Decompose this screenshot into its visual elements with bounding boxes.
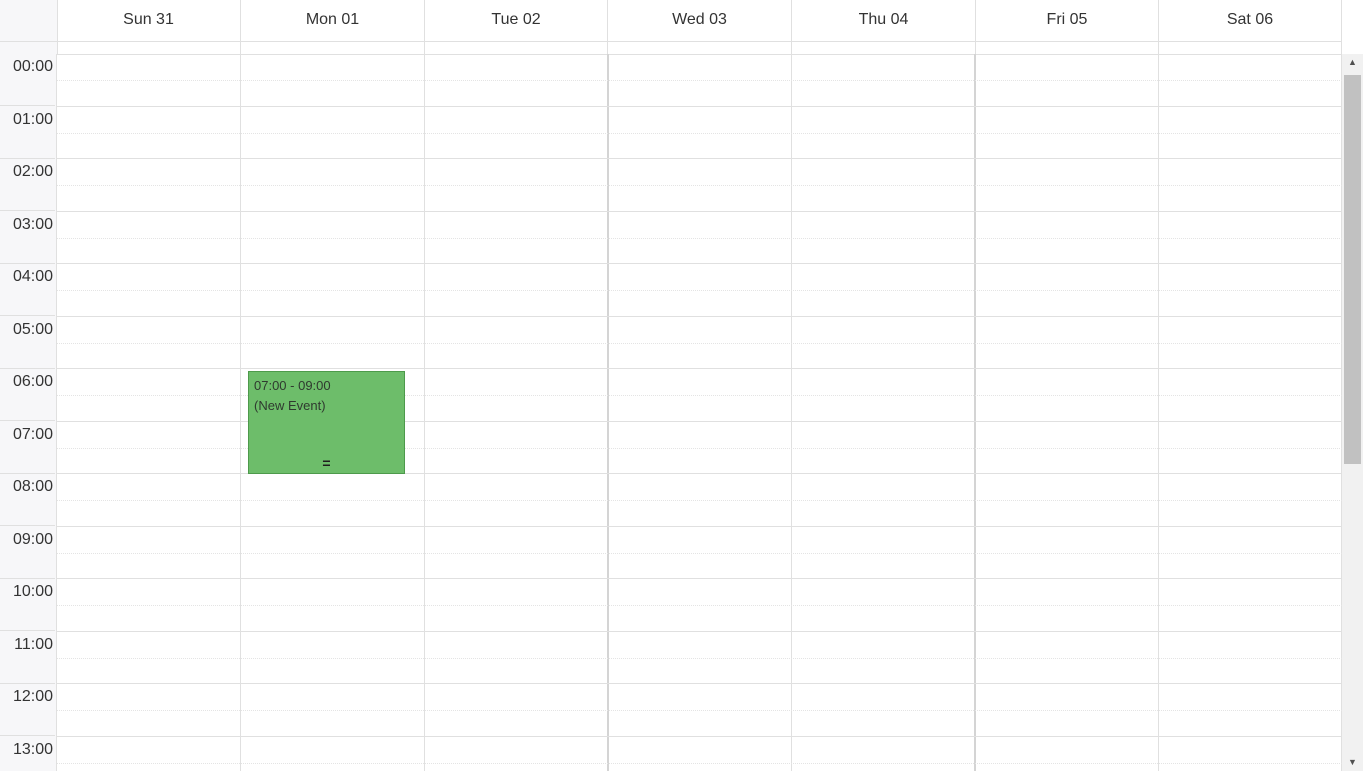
half-hour-line	[57, 500, 1342, 501]
hour-row	[57, 54, 1342, 107]
hour-label: 01:00	[0, 107, 55, 159]
event-time: 07:00 - 09:00	[254, 378, 331, 393]
scroll-down-arrow-icon[interactable]: ▼	[1342, 754, 1363, 771]
time-grid: 00:00 01:00 02:00 03:00 04:00 05:00 06:0…	[0, 54, 1342, 771]
hour-row	[57, 737, 1342, 771]
hour-label: 08:00	[0, 474, 55, 526]
hour-label: 07:00	[0, 422, 55, 474]
half-hour-line	[57, 132, 1342, 134]
all-day-corner	[0, 42, 58, 54]
calendar-event[interactable]: 07:00 - 09:00 (New Event) =	[248, 371, 405, 474]
hour-row	[57, 264, 1342, 317]
hour-label: 09:00	[0, 527, 55, 579]
all-day-cell[interactable]	[241, 42, 425, 54]
half-hour-line	[57, 342, 1342, 344]
event-resize-handle[interactable]: =	[249, 455, 404, 471]
hour-label: 12:00	[0, 684, 55, 736]
half-hour-line	[57, 80, 1342, 81]
hour-label: 11:00	[0, 632, 55, 684]
day-header-sat[interactable]: Sat 06	[1159, 0, 1342, 41]
header-corner	[0, 0, 58, 41]
half-hour-line	[57, 762, 1342, 764]
hour-row	[57, 474, 1342, 527]
half-hour-line	[57, 290, 1342, 291]
all-day-cell[interactable]	[1159, 42, 1342, 54]
day-header-thu[interactable]: Thu 04	[792, 0, 976, 41]
hour-row	[57, 159, 1342, 212]
day-header-mon[interactable]: Mon 01	[241, 0, 425, 41]
hour-row	[57, 579, 1342, 632]
half-hour-line	[57, 657, 1342, 659]
hour-row	[57, 212, 1342, 264]
hour-label: 02:00	[0, 159, 55, 211]
scroll-up-arrow-icon[interactable]: ▲	[1342, 54, 1363, 71]
hour-label: 05:00	[0, 317, 55, 369]
hour-row	[57, 632, 1342, 684]
half-hour-line	[57, 237, 1342, 239]
all-day-cell[interactable]	[976, 42, 1159, 54]
all-day-cell[interactable]	[425, 42, 608, 54]
hour-row	[57, 527, 1342, 579]
day-header-wed[interactable]: Wed 03	[608, 0, 792, 41]
half-hour-line	[57, 710, 1342, 711]
hour-label: 04:00	[0, 264, 55, 316]
half-hour-line	[57, 185, 1342, 186]
hour-label: 06:00	[0, 369, 55, 421]
week-calendar: Sun 31 Mon 01 Tue 02 Wed 03 Thu 04 Fri 0…	[0, 0, 1363, 771]
day-header-sun[interactable]: Sun 31	[57, 0, 241, 41]
scroll-thumb[interactable]	[1344, 75, 1361, 464]
time-gutter: 00:00 01:00 02:00 03:00 04:00 05:00 06:0…	[0, 54, 57, 771]
vertical-scrollbar[interactable]: ▲ ▼	[1342, 54, 1363, 771]
all-day-cell[interactable]	[608, 42, 792, 54]
hour-label: 00:00	[0, 54, 55, 106]
hour-label: 10:00	[0, 579, 55, 631]
day-header-row: Sun 31 Mon 01 Tue 02 Wed 03 Thu 04 Fri 0…	[0, 0, 1342, 42]
hour-row	[57, 107, 1342, 159]
half-hour-line	[57, 605, 1342, 606]
event-title: (New Event)	[254, 398, 326, 413]
day-header-tue[interactable]: Tue 02	[425, 0, 608, 41]
hour-row	[57, 317, 1342, 369]
all-day-cell[interactable]	[57, 42, 241, 54]
half-hour-line	[57, 552, 1342, 554]
all-day-cell[interactable]	[792, 42, 976, 54]
hour-row	[57, 684, 1342, 737]
day-header-fri[interactable]: Fri 05	[976, 0, 1159, 41]
hour-label: 13:00	[0, 737, 55, 771]
hour-label: 03:00	[0, 212, 55, 264]
